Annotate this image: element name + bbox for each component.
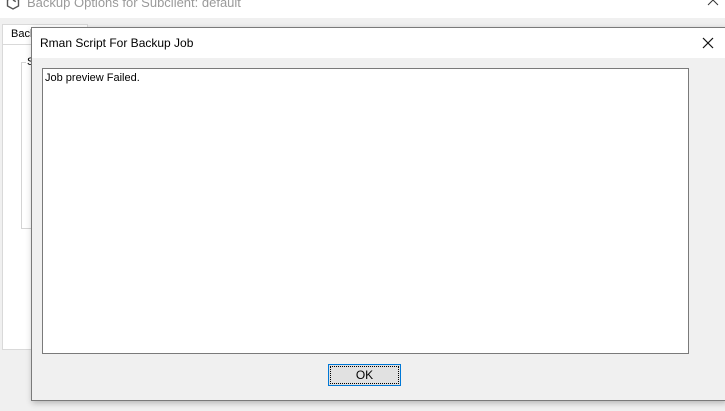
dialog-title: Rman Script For Backup Job <box>40 36 194 50</box>
ok-button[interactable]: OK <box>328 364 401 386</box>
dialog-titlebar: Rman Script For Backup Job <box>32 28 725 58</box>
close-icon[interactable] <box>705 0 721 9</box>
script-output-box[interactable]: Job preview Failed. <box>42 68 689 354</box>
rman-script-dialog: Rman Script For Backup Job Job preview F… <box>31 27 725 401</box>
background-window-title: Backup Options for Subclient: default <box>27 0 241 10</box>
close-icon[interactable] <box>699 34 717 52</box>
commvault-icon <box>6 0 20 10</box>
script-output-text: Job preview Failed. <box>45 72 140 84</box>
background-window-titlebar: Backup Options for Subclient: default <box>0 0 725 18</box>
